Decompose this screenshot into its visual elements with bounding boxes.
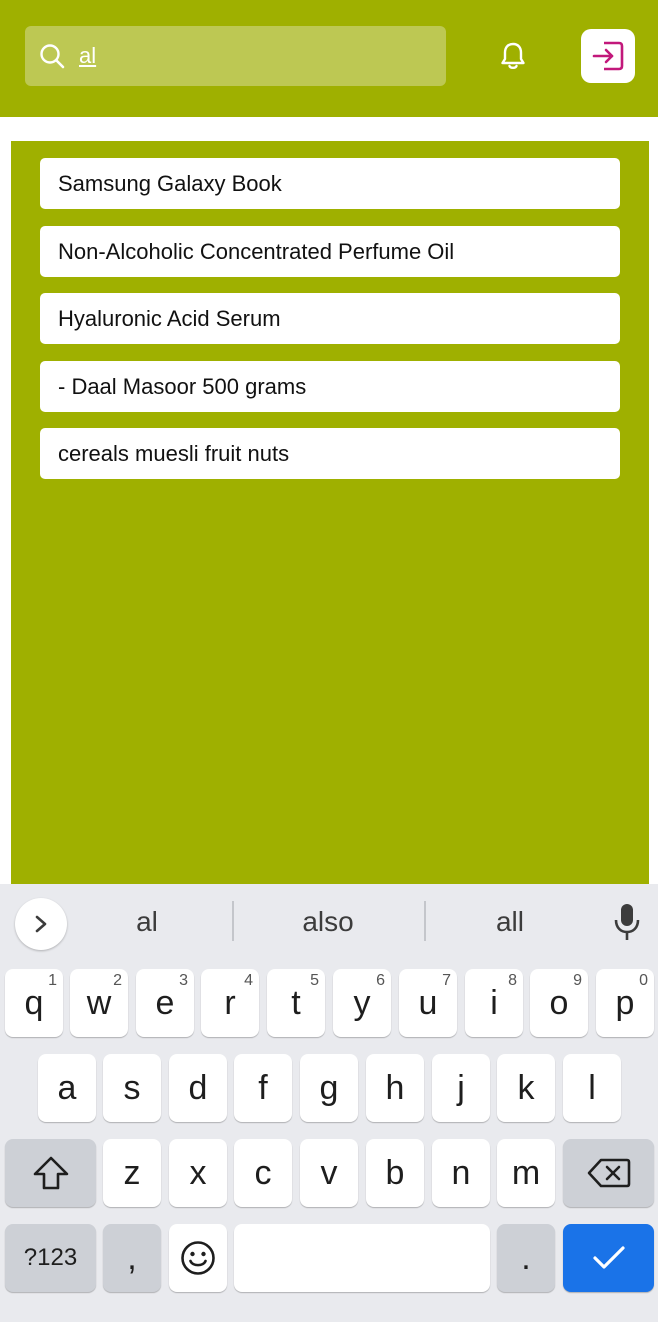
on-screen-keyboard: al also all q1 w2 e3 r4 t5 y6 u7 i8 o9 p… xyxy=(0,884,658,1322)
key-label: o xyxy=(549,983,569,1022)
key-hint: 0 xyxy=(639,972,648,989)
emoji-key[interactable] xyxy=(169,1224,227,1292)
app-header xyxy=(0,0,658,117)
search-result-item[interactable]: - Daal Masoor 500 grams xyxy=(40,361,620,412)
key-label: q xyxy=(24,983,44,1022)
key-hint: 3 xyxy=(179,972,188,989)
key-c[interactable]: c xyxy=(234,1139,292,1207)
key-p[interactable]: p0 xyxy=(596,969,654,1037)
search-results-panel: Samsung Galaxy Book Non-Alcoholic Concen… xyxy=(11,141,649,886)
key-hint: 7 xyxy=(442,972,451,989)
key-label: y xyxy=(353,983,371,1022)
key-f[interactable]: f xyxy=(234,1054,292,1122)
key-m[interactable]: m xyxy=(497,1139,555,1207)
key-hint: 1 xyxy=(48,972,57,989)
key-u[interactable]: u7 xyxy=(399,969,457,1037)
key-i[interactable]: i8 xyxy=(465,969,523,1037)
key-hint: 6 xyxy=(376,972,385,989)
suggestion-2[interactable]: also xyxy=(253,900,403,944)
search-input[interactable] xyxy=(79,26,434,86)
backspace-icon xyxy=(587,1158,630,1188)
key-a[interactable]: a xyxy=(38,1054,96,1122)
key-j[interactable]: j xyxy=(432,1054,490,1122)
key-d[interactable]: d xyxy=(169,1054,227,1122)
key-label: t xyxy=(291,983,301,1022)
shift-icon xyxy=(33,1156,68,1190)
key-l[interactable]: l xyxy=(563,1054,621,1122)
key-hint: 9 xyxy=(573,972,582,989)
login-icon xyxy=(592,41,624,71)
key-z[interactable]: z xyxy=(103,1139,161,1207)
suggestion-bar: al also all xyxy=(0,884,658,960)
comma-key[interactable]: , xyxy=(103,1224,161,1292)
done-key[interactable] xyxy=(563,1224,654,1292)
key-w[interactable]: w2 xyxy=(70,969,128,1037)
key-x[interactable]: x xyxy=(169,1139,227,1207)
search-result-item[interactable]: Hyaluronic Acid Serum xyxy=(40,293,620,344)
key-h[interactable]: h xyxy=(366,1054,424,1122)
suggestion-divider xyxy=(424,901,426,941)
suggestion-divider xyxy=(232,901,234,941)
key-label: r xyxy=(224,983,236,1022)
key-label: p xyxy=(615,983,635,1022)
key-e[interactable]: e3 xyxy=(136,969,194,1037)
bell-icon[interactable] xyxy=(498,40,528,72)
search-result-item[interactable]: Non-Alcoholic Concentrated Perfume Oil xyxy=(40,226,620,277)
login-button[interactable] xyxy=(581,29,635,83)
search-result-item[interactable]: Samsung Galaxy Book xyxy=(40,158,620,209)
shift-key[interactable] xyxy=(5,1139,96,1207)
symbols-key[interactable]: ?123 xyxy=(5,1224,96,1292)
suggestion-1[interactable]: al xyxy=(72,900,222,944)
key-q[interactable]: q1 xyxy=(5,969,63,1037)
emoji-icon xyxy=(181,1241,215,1275)
key-t[interactable]: t5 xyxy=(267,969,325,1037)
expand-toolbar-button[interactable] xyxy=(15,898,67,950)
key-label: e xyxy=(155,983,175,1022)
search-icon xyxy=(40,44,65,69)
key-r[interactable]: r4 xyxy=(201,969,259,1037)
space-key[interactable] xyxy=(234,1224,490,1292)
key-b[interactable]: b xyxy=(366,1139,424,1207)
search-result-item[interactable]: cereals muesli fruit nuts xyxy=(40,428,620,479)
key-hint: 4 xyxy=(244,972,253,989)
key-v[interactable]: v xyxy=(300,1139,358,1207)
key-label: i xyxy=(490,983,498,1022)
key-s[interactable]: s xyxy=(103,1054,161,1122)
search-box[interactable] xyxy=(25,26,446,86)
key-hint: 2 xyxy=(113,972,122,989)
backspace-key[interactable] xyxy=(563,1139,654,1207)
suggestion-3[interactable]: all xyxy=(435,900,585,944)
key-o[interactable]: o9 xyxy=(530,969,588,1037)
key-y[interactable]: y6 xyxy=(333,969,391,1037)
key-n[interactable]: n xyxy=(432,1139,490,1207)
key-hint: 8 xyxy=(508,972,517,989)
period-key[interactable]: . xyxy=(497,1224,555,1292)
check-icon xyxy=(592,1246,625,1269)
key-g[interactable]: g xyxy=(300,1054,358,1122)
key-k[interactable]: k xyxy=(497,1054,555,1122)
key-label: w xyxy=(86,983,112,1022)
chevron-right-icon xyxy=(35,915,47,933)
key-hint: 5 xyxy=(310,972,319,989)
key-label: u xyxy=(418,983,438,1022)
microphone-icon[interactable] xyxy=(611,902,643,942)
